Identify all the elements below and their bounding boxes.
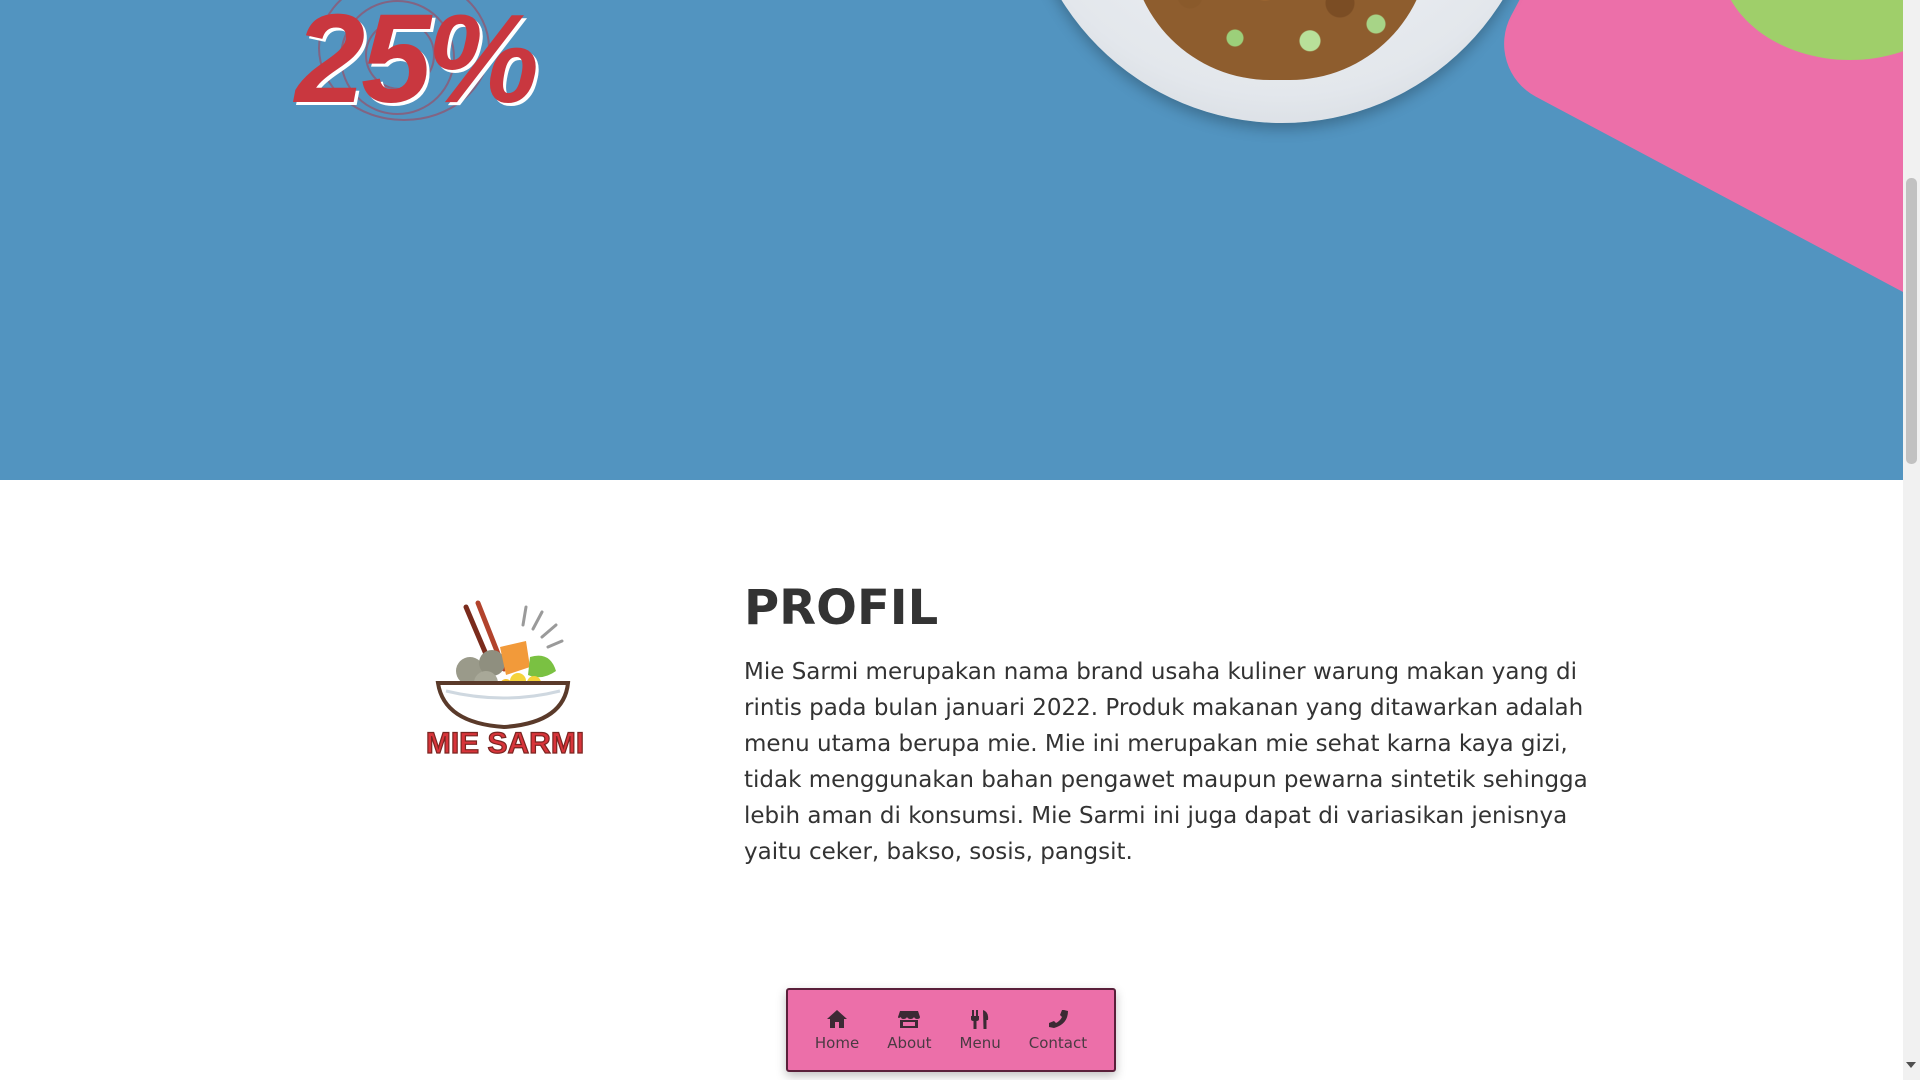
page: 25% MIE SARMI PROFIL Mie Sarmi merupakan… bbox=[0, 0, 1920, 1080]
nav-label: About bbox=[887, 1034, 932, 1052]
discount-text: 25% bbox=[295, 0, 539, 129]
nav-item-menu[interactable]: Menu bbox=[960, 1008, 1001, 1052]
profile-section: PROFIL Mie Sarmi merupakan nama brand us… bbox=[744, 580, 1604, 870]
profile-description: Mie Sarmi merupakan nama brand usaha kul… bbox=[744, 659, 1588, 865]
home-icon bbox=[827, 1010, 848, 1028]
nav-label: Home bbox=[814, 1034, 860, 1052]
scrollbar-track[interactable] bbox=[1903, 0, 1920, 1080]
mie-sarmi-logo: MIE SARMI bbox=[418, 595, 598, 775]
scrollbar-thumb[interactable] bbox=[1906, 178, 1917, 464]
nav-label: Contact bbox=[1028, 1034, 1088, 1052]
nav-item-about[interactable]: About bbox=[887, 1008, 932, 1052]
nav-label: Menu bbox=[959, 1034, 1001, 1052]
svg-text:MIE SARMI: MIE SARMI bbox=[426, 727, 584, 760]
profile-title: PROFIL bbox=[744, 580, 939, 636]
bottom-nav: Home About Menu Contact bbox=[786, 988, 1116, 1072]
hero-banner: 25% bbox=[0, 0, 1903, 480]
utensils-icon bbox=[971, 1010, 989, 1029]
scroll-down-arrow-icon[interactable] bbox=[1906, 1062, 1916, 1068]
nav-item-home[interactable]: Home bbox=[815, 1008, 859, 1052]
store-icon bbox=[898, 1011, 921, 1028]
nav-item-contact[interactable]: Contact bbox=[1029, 1008, 1087, 1052]
phone-icon bbox=[1048, 1010, 1068, 1028]
